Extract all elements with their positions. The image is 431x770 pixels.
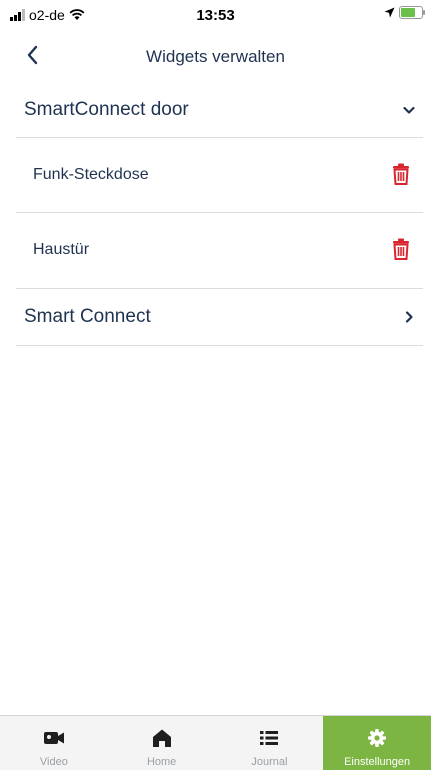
chevron-down-icon: [403, 106, 415, 114]
widget-label: Haustür: [33, 241, 90, 258]
group-label: SmartConnect door: [24, 99, 189, 120]
trash-icon[interactable]: [391, 163, 411, 185]
status-right: [384, 6, 425, 19]
group-smartconnect-door[interactable]: SmartConnect door: [0, 82, 431, 138]
widget-list: SmartConnect door Funk-Steckdose Haustür: [0, 82, 431, 715]
tab-home[interactable]: Home: [108, 716, 216, 770]
widget-label: Funk-Steckdose: [33, 166, 149, 183]
gear-icon: [368, 729, 387, 747]
tab-label: Video: [39, 756, 68, 768]
list-item-funk-steckdose: Funk-Steckdose: [0, 138, 431, 213]
group-smart-connect[interactable]: Smart Connect: [0, 289, 431, 345]
chevron-right-icon: [405, 311, 413, 323]
battery-icon: [399, 6, 425, 19]
home-icon: [152, 729, 171, 747]
status-time: 13:53: [196, 7, 235, 24]
divider: [16, 345, 423, 346]
location-arrow-icon: [384, 7, 395, 18]
tab-video[interactable]: Video: [0, 716, 108, 770]
tab-einstellungen[interactable]: Einstellungen: [323, 716, 431, 770]
video-camera-icon: [43, 732, 64, 744]
tab-label: Journal: [251, 756, 288, 768]
nav-bar: Widgets verwalten: [0, 30, 431, 82]
tab-label: Einstellungen: [344, 756, 411, 768]
page-title: Widgets verwalten: [146, 47, 285, 66]
tab-label: Home: [146, 756, 177, 768]
tab-bar: Video Home Journal Einstellungen: [0, 715, 431, 770]
tab-journal[interactable]: Journal: [216, 716, 324, 770]
group-label: Smart Connect: [24, 306, 151, 327]
list-item-haustuer: Haustür: [0, 213, 431, 288]
trash-icon[interactable]: [391, 238, 411, 260]
list-icon: [260, 731, 279, 745]
status-bar: o2-de 13:53: [0, 0, 431, 30]
